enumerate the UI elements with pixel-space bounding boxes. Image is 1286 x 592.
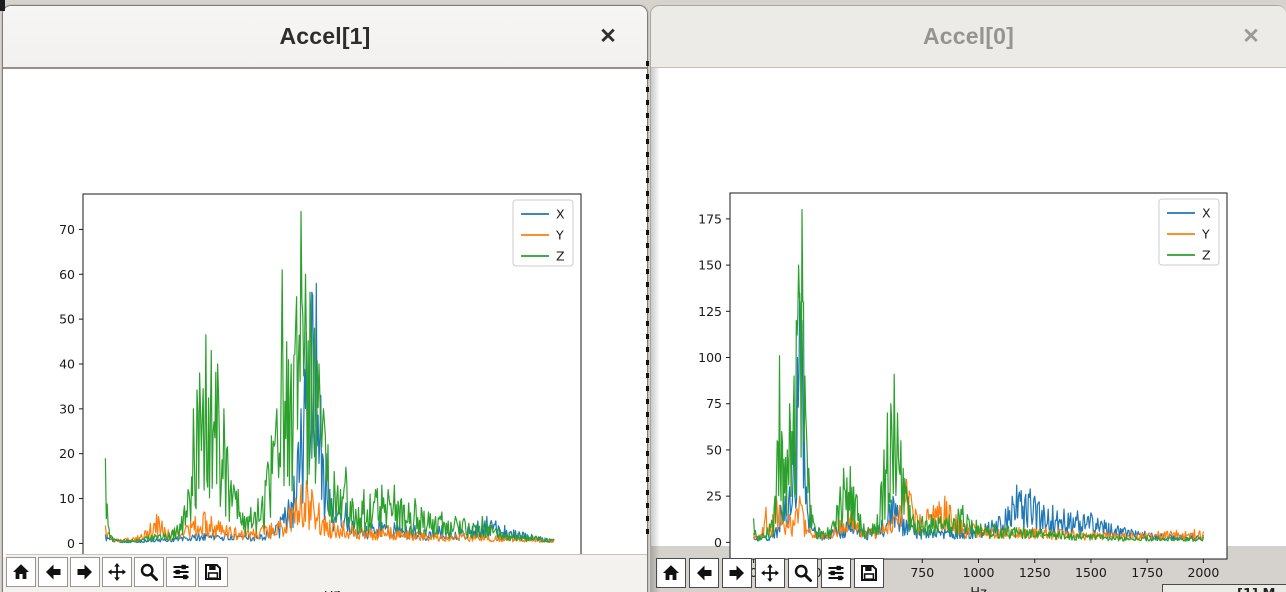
accel0-spectrum-chart: 0250500750100012501500175020000255075100… [705,182,1245,592]
svg-text:0: 0 [67,536,75,551]
svg-text:Z: Z [1202,248,1211,263]
save-icon [859,563,879,583]
subplots-button[interactable] [166,557,196,587]
svg-text:125: 125 [698,304,722,319]
subplots-button[interactable] [821,558,851,588]
accel0-titlebar[interactable]: Accel[0] ✕ [651,6,1286,68]
accel1-window-title: Accel[1] [279,23,370,50]
svg-text:2000: 2000 [1187,565,1219,580]
back-icon [694,563,714,583]
svg-text:75: 75 [706,396,722,411]
home-button[interactable] [656,558,686,588]
accel1-close-button[interactable]: ✕ [591,20,625,54]
svg-text:40: 40 [59,356,75,371]
accel1-plot-toolbar [6,554,647,591]
svg-text:1250: 1250 [1019,565,1051,580]
pan-icon [760,563,780,583]
save-button[interactable] [854,558,884,588]
fragment-text: [1] M [1237,587,1286,592]
svg-text:10: 10 [59,491,75,506]
svg-text:25: 25 [706,489,722,504]
window-accel1: Accel[1] ✕ 01002003004005000102030405060… [2,5,648,592]
svg-text:20: 20 [59,446,75,461]
home-icon [11,562,31,582]
svg-text:175: 175 [698,211,722,226]
accel0-window-title: Accel[0] [923,23,1014,50]
pan-button[interactable] [755,558,785,588]
svg-text:1750: 1750 [1131,565,1163,580]
svg-text:X: X [556,207,565,222]
svg-text:150: 150 [698,258,722,273]
svg-text:100: 100 [698,350,722,365]
accel1-spectrum-chart: 0100200300400500010203040506070HzXYZ [58,183,618,592]
pan-icon [107,562,127,582]
svg-text:750: 750 [910,565,934,580]
background-window-corner-fragment [0,0,5,11]
home-button[interactable] [6,557,36,587]
home-icon [661,563,681,583]
svg-text:Hz: Hz [970,586,987,592]
subplots-icon [171,562,191,582]
zoom-button[interactable] [134,557,164,587]
window-focus-dashes [646,61,649,541]
zoom-icon [793,563,813,583]
save-button[interactable] [198,557,228,587]
forward-button[interactable] [722,558,752,588]
svg-text:50: 50 [706,442,722,457]
background-window-title-fragment: [1] M [1162,584,1286,592]
pan-button[interactable] [102,557,132,587]
svg-text:1000: 1000 [963,565,995,580]
svg-text:Z: Z [556,249,565,264]
desktop-stage: Accel[1] ✕ 01002003004005000102030405060… [0,0,1286,592]
svg-text:50: 50 [59,312,75,327]
svg-text:Y: Y [555,228,564,243]
accel0-close-button[interactable]: ✕ [1234,20,1268,54]
svg-text:70: 70 [59,222,75,237]
zoom-button[interactable] [788,558,818,588]
forward-icon [727,563,747,583]
forward-icon [75,562,95,582]
accel1-figure-canvas[interactable]: 0100200300400500010203040506070HzXYZ [3,69,647,557]
back-button[interactable] [689,558,719,588]
back-icon [43,562,63,582]
subplots-icon [826,563,846,583]
save-icon [203,562,223,582]
svg-text:60: 60 [59,267,75,282]
svg-text:0: 0 [714,535,722,550]
svg-text:X: X [1202,206,1211,221]
accel1-titlebar[interactable]: Accel[1] ✕ [3,6,647,69]
window-accel0: Accel[0] ✕ 02505007501000125015001750200… [650,5,1286,592]
forward-button[interactable] [70,557,100,587]
svg-text:30: 30 [59,401,75,416]
accel0-plot-toolbar [656,558,884,590]
svg-text:1500: 1500 [1075,565,1107,580]
back-button[interactable] [38,557,68,587]
accel0-figure-canvas[interactable]: 0250500750100012501500175020000255075100… [651,68,1286,546]
zoom-icon [139,562,159,582]
svg-text:Y: Y [1201,227,1210,242]
